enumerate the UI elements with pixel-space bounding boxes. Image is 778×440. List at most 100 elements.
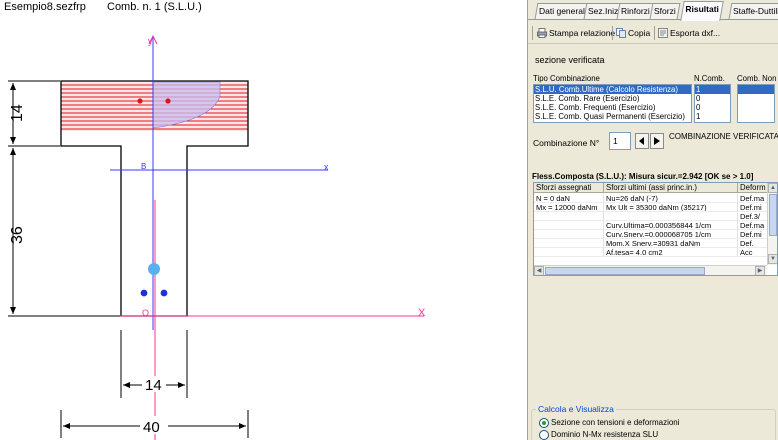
grid-header-cell[interactable]: Sforzi assegnati [534, 183, 604, 193]
arrow-right-icon [654, 137, 660, 145]
scroll-right-icon[interactable]: ▶ [755, 266, 765, 275]
combination-type-header: Tipo Combinazione [533, 74, 600, 83]
table-cell [534, 212, 604, 221]
print-report-label: Stampa relazione [549, 28, 616, 38]
table-cell: Nu=26 daN (-7) [604, 194, 738, 203]
rebar-large [148, 263, 160, 275]
table-cell: Def.mi [738, 230, 768, 239]
scroll-thumb[interactable] [545, 267, 705, 275]
table-cell: Def.ma [738, 221, 768, 230]
table-cell: Af.tesa= 4.0 cm2 [604, 248, 738, 257]
combination-non-header: Comb. Non [737, 74, 777, 83]
combination-count-header: N.Comb. [694, 74, 725, 83]
scroll-left-icon[interactable]: ◀ [534, 266, 544, 275]
combination-number-input[interactable]: 1 [609, 132, 631, 150]
combination-type-list[interactable]: S.L.U. Comb.Ultime (Calcolo Resistenza) … [533, 84, 692, 123]
table-cell: Curv.Ultima=0.000356844 1/cm [604, 221, 738, 230]
radio-section-stresses-label: Sezione con tensioni e deformazioni [551, 418, 680, 427]
list-item[interactable]: S.L.U. Comb.Ultime (Calcolo Resistenza) [534, 85, 691, 94]
arrow-left-icon [639, 137, 644, 145]
grid-vertical-scrollbar[interactable]: ▲ ▼ [767, 183, 777, 265]
table-cell: N = 0 daN [534, 194, 604, 203]
combination-non-list[interactable] [737, 84, 775, 123]
dim-web-height: 36 [9, 226, 26, 244]
tab-risultati[interactable]: Risultati [680, 1, 724, 21]
grid-header: Sforzi assegnati Sforzi ultimi (assi pri… [534, 183, 777, 193]
grid-header-cell[interactable]: Sforzi ultimi (assi princ.in.) [604, 183, 738, 193]
table-cell [534, 248, 604, 257]
results-panel: Dati generali Sez.Iniz. Rinforzi Sforzi … [527, 0, 778, 440]
export-icon [658, 28, 668, 38]
table-cell: Acc [738, 248, 768, 257]
list-item[interactable]: 0 [695, 103, 730, 112]
x-axis-bottom-label: X [418, 307, 426, 319]
table-cell [534, 239, 604, 248]
list-item[interactable]: S.L.E. Comb. Quasi Permanenti (Esercizio… [534, 112, 691, 121]
radio-domain-n-mx[interactable]: Dominio N-Mx resistenza SLU [539, 430, 658, 440]
tab-rinforzi[interactable]: Rinforzi [616, 3, 655, 19]
tab-sforzi[interactable]: Sforzi [649, 3, 681, 19]
next-combination-button[interactable] [650, 133, 664, 149]
results-toolbar: Stampa relazione Copia Esporta dxf... [528, 22, 778, 44]
rebar-top-right [165, 98, 171, 104]
table-cell: Mx = 12000 daNm [534, 203, 604, 212]
print-report-button[interactable]: Stampa relazione [537, 26, 615, 40]
list-item[interactable]: 0 [695, 94, 730, 103]
table-cell: Mx Ult = 35300 daNm (35217) [604, 203, 738, 212]
toolbar-separator [612, 26, 613, 40]
tab-staffe-duttilita[interactable]: Staffe-Duttilit [728, 3, 778, 19]
rebar-top-left [137, 98, 143, 104]
grid-horizontal-scrollbar[interactable]: ◀ ▶ [534, 265, 767, 275]
list-item[interactable]: 1 [695, 85, 730, 94]
table-cell [604, 212, 738, 221]
table-cell [534, 221, 604, 230]
verification-status: sezione verificata [535, 55, 605, 65]
dim-flange-height: 14 [9, 104, 26, 122]
radio-checked-icon [539, 418, 549, 428]
list-item[interactable]: S.L.E. Comb. Frequenti (Esercizio) [534, 103, 691, 112]
list-item[interactable]: 1 [695, 112, 730, 121]
results-grid[interactable]: Sforzi assegnati Sforzi ultimi (assi pri… [533, 182, 778, 276]
radio-domain-n-mx-label: Dominio N-Mx resistenza SLU [551, 430, 659, 439]
list-item[interactable]: S.L.E. Comb. Rare (Esercizio) [534, 94, 691, 103]
grid-header-cell[interactable]: Deform [738, 183, 768, 193]
toolbar-separator [654, 26, 655, 40]
list-item[interactable] [738, 85, 774, 94]
rebar-bottom-right [160, 289, 168, 297]
copy-icon [616, 28, 626, 38]
centroid-label: B [141, 162, 146, 171]
radio-unchecked-icon [539, 430, 549, 440]
scroll-down-icon[interactable]: ▼ [768, 254, 777, 264]
table-cell [534, 230, 604, 239]
scroll-up-icon[interactable]: ▲ [768, 183, 777, 193]
tab-strip: Dati generali Sez.Iniz. Rinforzi Sforzi … [528, 0, 778, 21]
section-svg: y x B X O 14 36 14 40 [8, 34, 426, 440]
copy-button[interactable]: Copia [616, 26, 650, 40]
dim-web-width: 14 [145, 377, 162, 394]
rebar-bottom-left [140, 289, 148, 297]
table-cell: Mom.X Snerv.=30931 daNm [604, 239, 738, 248]
table-cell: Def. [738, 239, 768, 248]
radio-section-stresses[interactable]: Sezione con tensioni e deformazioni [539, 418, 680, 428]
prev-combination-button[interactable] [635, 133, 649, 149]
origin-label: O [142, 308, 149, 318]
table-cell: Def.3/ [738, 212, 768, 221]
table-cell: Curv.Snerv.=0.000068705 1/cm [604, 230, 738, 239]
export-dxf-button[interactable]: Esporta dxf... [658, 26, 720, 40]
toolbar-grip [532, 26, 533, 40]
y-axis-label: y [148, 36, 153, 46]
x-axis-label: x [324, 162, 329, 172]
tab-dati-generali[interactable]: Dati generali [534, 3, 592, 19]
section-drawing-canvas[interactable]: Esempio8.sezfrp Comb. n. 1 (S.L.U.) y x … [0, 0, 527, 440]
dim-total-width: 40 [143, 419, 160, 436]
print-icon [537, 28, 547, 38]
table-cell: Def.ma [738, 194, 768, 203]
combination-count-list[interactable]: 1 0 0 1 [694, 84, 731, 123]
copy-label: Copia [628, 28, 651, 38]
scroll-thumb[interactable] [769, 194, 777, 236]
calc-visualize-title: Calcola e Visualizza [536, 404, 616, 414]
result-title: Fless.Composta (S.L.U.): Misura sicur.=2… [532, 172, 754, 181]
combination-status: COMBINAZIONE VERIFICATA [669, 132, 778, 141]
export-dxf-label: Esporta dxf... [670, 28, 721, 38]
combination-number-label: Combinazione N° [533, 138, 600, 148]
